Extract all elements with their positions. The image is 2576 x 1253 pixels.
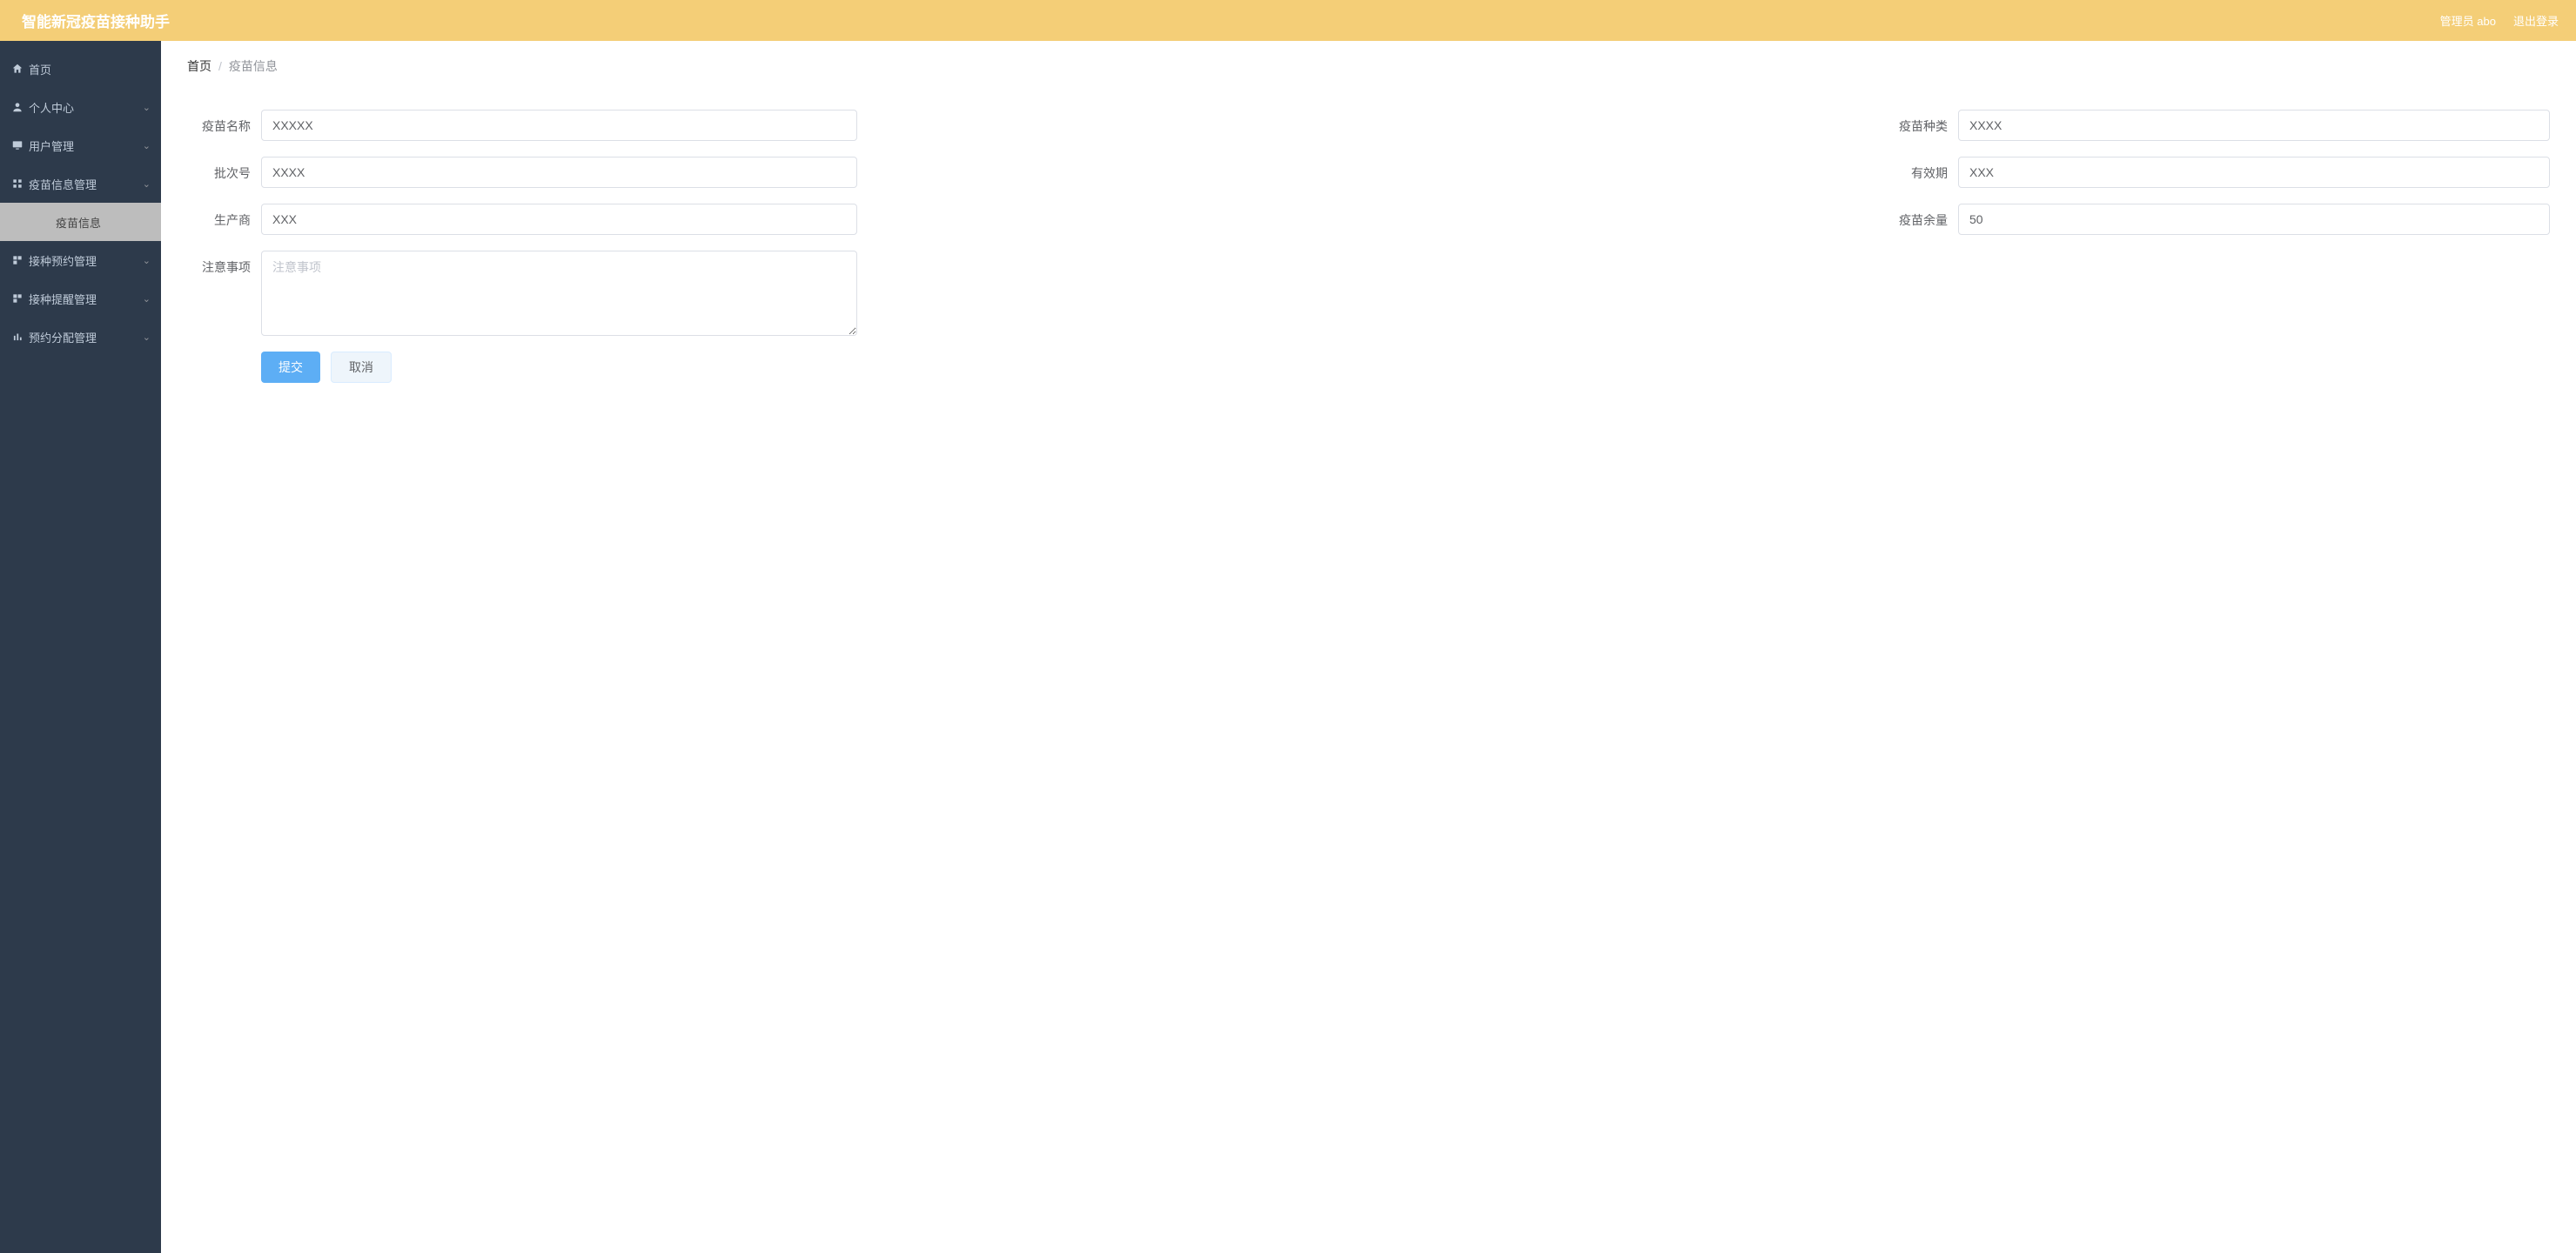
chevron-down-icon: ⌄ — [143, 332, 151, 343]
chevron-down-icon: ⌄ — [143, 178, 151, 190]
sidebar-item-home[interactable]: 首页 — [0, 50, 161, 88]
monitor-icon — [10, 139, 23, 151]
squares-icon — [10, 292, 23, 305]
chevron-down-icon: ⌄ — [143, 293, 151, 305]
producer-label: 生产商 — [187, 204, 261, 229]
sidebar-item-allocation-mgmt[interactable]: 预约分配管理 ⌄ — [0, 318, 161, 356]
header: 智能新冠疫苗接种助手 管理员 abo 退出登录 — [0, 0, 2576, 41]
vaccine-type-label: 疫苗种类 — [1880, 110, 1958, 135]
grid-icon — [10, 178, 23, 190]
sidebar-item-appointment-mgmt[interactable]: 接种预约管理 ⌄ — [0, 241, 161, 279]
sidebar-item-vaccine-info-mgmt[interactable]: 疫苗信息管理 ⌄ — [0, 164, 161, 203]
form-buttons: 提交 取消 — [261, 352, 2550, 383]
sidebar-item-label: 首页 — [29, 61, 51, 77]
vaccine-name-label: 疫苗名称 — [187, 110, 261, 135]
breadcrumb: 首页 / 疫苗信息 — [161, 41, 2576, 84]
chevron-down-icon: ⌄ — [143, 140, 151, 151]
sidebar-item-label: 用户管理 — [29, 137, 74, 154]
vaccine-name-input[interactable] — [261, 110, 857, 141]
header-right: 管理员 abo 退出登录 — [2440, 12, 2559, 29]
cancel-button[interactable]: 取消 — [331, 352, 392, 383]
vaccine-type-input[interactable] — [1958, 110, 2550, 141]
home-icon — [10, 63, 23, 75]
submit-button[interactable]: 提交 — [261, 352, 320, 383]
batch-no-input[interactable] — [261, 157, 857, 188]
valid-date-label: 有效期 — [1880, 157, 1958, 182]
batch-no-label: 批次号 — [187, 157, 261, 182]
valid-date-input[interactable] — [1958, 157, 2550, 188]
sidebar-item-personal[interactable]: 个人中心 ⌄ — [0, 88, 161, 126]
squares-icon — [10, 254, 23, 266]
sidebar-item-label: 疫苗信息 — [56, 214, 101, 231]
sidebar-item-label: 疫苗信息管理 — [29, 176, 97, 192]
chevron-down-icon: ⌄ — [143, 102, 151, 113]
vaccine-form: 疫苗名称 疫苗种类 批次号 有效期 生产商 疫 — [161, 84, 2576, 409]
sidebar-item-vaccine-info[interactable]: 疫苗信息 — [0, 203, 161, 241]
app-title: 智能新冠疫苗接种助手 — [22, 10, 170, 31]
breadcrumb-home[interactable]: 首页 — [187, 57, 211, 75]
breadcrumb-current: 疫苗信息 — [229, 57, 278, 75]
main-content: 首页 / 疫苗信息 疫苗名称 疫苗种类 批次号 有效期 — [161, 41, 2576, 409]
notes-label: 注意事项 — [187, 251, 261, 276]
notes-textarea[interactable] — [261, 251, 857, 336]
logout-link[interactable]: 退出登录 — [2513, 12, 2559, 29]
admin-label[interactable]: 管理员 abo — [2440, 12, 2496, 29]
sidebar-item-label: 预约分配管理 — [29, 329, 97, 345]
chevron-down-icon: ⌄ — [143, 255, 151, 266]
producer-input[interactable] — [261, 204, 857, 235]
sidebar-item-user-mgmt[interactable]: 用户管理 ⌄ — [0, 126, 161, 164]
bars-icon — [10, 331, 23, 343]
breadcrumb-sep: / — [218, 59, 222, 73]
sidebar: 首页 个人中心 ⌄ 用户管理 ⌄ 疫苗信息管理 ⌄ 疫苗信息 接种预约管理 ⌄ … — [0, 41, 161, 1253]
sidebar-item-label: 接种提醒管理 — [29, 291, 97, 307]
remaining-input[interactable] — [1958, 204, 2550, 235]
sidebar-item-label: 接种预约管理 — [29, 252, 97, 269]
sidebar-item-reminder-mgmt[interactable]: 接种提醒管理 ⌄ — [0, 279, 161, 318]
user-icon — [10, 101, 23, 113]
sidebar-item-label: 个人中心 — [29, 99, 74, 116]
remaining-label: 疫苗余量 — [1880, 204, 1958, 229]
